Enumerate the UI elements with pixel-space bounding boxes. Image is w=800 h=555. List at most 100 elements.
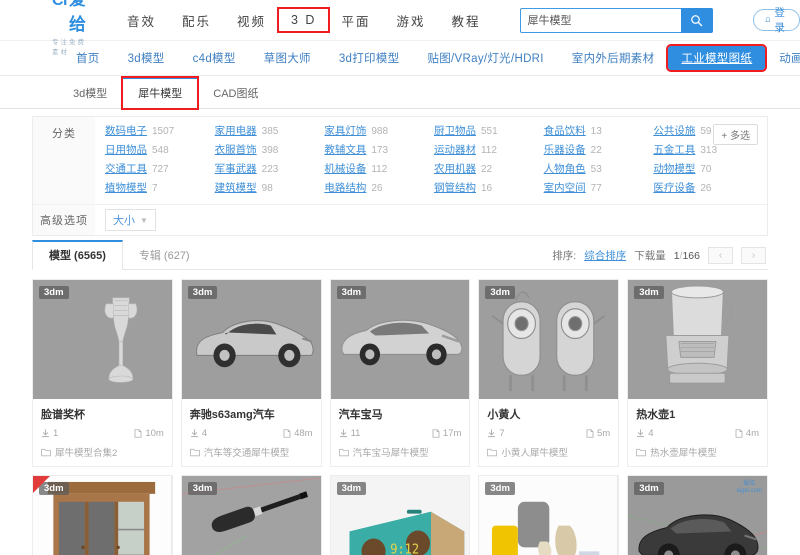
category-item[interactable]: 农用机器 22 [434,161,544,178]
category-item[interactable]: 数码电子 1507 [105,123,215,140]
card-title[interactable]: 小黄人 [479,399,618,422]
model-card[interactable]: 3dm 汽车宝马 11 17m 汽车宝马犀牛模型 [329,279,471,467]
category-item[interactable]: 建筑模型 98 [215,180,325,197]
search-input[interactable] [519,7,681,33]
category-item[interactable]: 运动器材 112 [434,142,544,159]
category-name[interactable]: 厨卫物品 [434,123,476,139]
card-thumbnail[interactable]: 3dm [628,280,767,399]
card-collection[interactable]: 汽车等交通犀牛模型 [182,439,321,466]
multi-select-button[interactable]: + 多选 [713,124,758,145]
category-item[interactable]: 家具灯饰 988 [324,123,434,140]
card-title[interactable]: 热水壶1 [628,399,767,422]
size-select[interactable]: 大小 ▼ [105,209,156,231]
category-name[interactable]: 家用电器 [215,123,257,139]
category-name[interactable]: 钢管结构 [434,180,476,196]
category-item[interactable]: 室内空间 77 [544,180,654,197]
category-name[interactable]: 电路结构 [324,180,366,196]
category-name[interactable]: 植物模型 [105,180,147,196]
card-thumbnail[interactable]: 3dm [33,280,172,399]
card-thumbnail[interactable]: 3dm [181,280,321,399]
results-tab-models[interactable]: 模型 (6565) [32,240,123,270]
category-name[interactable]: 室内空间 [544,180,586,196]
subnav-item-animation-ref[interactable]: 动画参考 [765,46,800,70]
model-card[interactable]: 3dm [180,475,322,555]
prev-page-button[interactable]: ‹ [708,247,733,264]
model-card[interactable]: 3dm [478,475,620,555]
nav-item-tutorial[interactable]: 教程 [438,7,493,34]
category-name[interactable]: 日用物品 [105,142,147,158]
category-name[interactable]: 建筑模型 [215,180,257,196]
sort-option-downloads[interactable]: 下载量 [634,248,666,263]
card-thumbnail[interactable]: 9:12 3dm [330,476,470,555]
card-title[interactable]: 脸谱奖杯 [33,399,172,422]
subnav-item-texture-vray[interactable]: 贴图/VRay/灯光/HDRI [413,46,557,70]
model-card[interactable]: 9:12 3dm [329,475,471,555]
subnav-item-industrial-drawings[interactable]: 工业模型图纸 [666,44,768,72]
tab-rhino-model[interactable]: 犀牛模型 [121,76,200,110]
category-name[interactable]: 乐器设备 [544,142,586,158]
category-name[interactable]: 五金工具 [653,142,695,158]
category-item[interactable]: 电路结构 26 [324,180,434,197]
subnav-item-3d-model[interactable]: 3d模型 [114,46,179,70]
search-button[interactable] [680,7,713,33]
category-item[interactable]: 食品饮料 13 [544,123,654,140]
tab-3d-model[interactable]: 3d模型 [58,79,122,108]
category-name[interactable]: 运动器材 [434,142,476,158]
category-name[interactable]: 交通工具 [105,161,147,177]
model-card[interactable]: 3dm [32,475,173,555]
card-title[interactable]: 奔驰s63amg汽车 [182,399,321,422]
category-item[interactable]: 教辅文具 173 [324,142,434,159]
category-name[interactable]: 农用机器 [434,161,476,177]
model-card[interactable]: 3dm 热水壶1 4 4m 热水壶犀牛模型 [627,279,768,467]
card-thumbnail[interactable]: 3dm [330,280,470,399]
category-name[interactable]: 人物角色 [544,161,586,177]
results-tab-albums[interactable]: 专辑 (627) [123,242,206,269]
model-card[interactable]: 3dm 小黄人 7 5m 小黄人犀牛模型 [478,279,620,467]
nav-item-music[interactable]: 配乐 [169,7,224,34]
card-thumbnail[interactable]: 3dm [181,476,321,555]
category-name[interactable]: 机械设备 [324,161,366,177]
category-item[interactable]: 人物角色 53 [544,161,654,178]
category-item[interactable]: 军事武器 223 [215,161,325,178]
subnav-item-c4d-model[interactable]: c4d模型 [179,46,250,70]
category-item[interactable]: 日用物品 548 [105,142,215,159]
category-name[interactable]: 公共设施 [653,123,695,139]
site-logo[interactable]: Ci 爱给 专注免费素材 [52,0,92,56]
nav-item-3d[interactable]: 3 D [276,7,331,33]
card-collection[interactable]: 汽车宝马犀牛模型 [331,439,470,466]
card-collection[interactable]: 热水壶犀牛模型 [628,439,767,466]
model-card[interactable]: 3dm 爱给 aigei.com [627,475,768,555]
next-page-button[interactable]: › [741,247,766,264]
category-item[interactable]: 厨卫物品 551 [434,123,544,140]
category-item[interactable]: 交通工具 727 [105,161,215,178]
model-card[interactable]: 3dm 脸谱奖杯 1 10m 犀牛模型合集2 [32,279,173,467]
card-thumbnail[interactable]: 3dm [479,280,619,399]
category-name[interactable]: 动物模型 [653,161,695,177]
card-collection[interactable]: 小黄人犀牛模型 [479,439,618,466]
category-name[interactable]: 家具灯饰 [324,123,366,139]
category-item[interactable]: 钢管结构 16 [434,180,544,197]
category-item[interactable]: 乐器设备 22 [544,142,654,159]
category-name[interactable]: 教辅文具 [324,142,366,158]
category-item[interactable]: 医疗设备 26 [653,180,763,197]
nav-item-game[interactable]: 游戏 [383,7,438,34]
category-item[interactable]: 衣服首饰 398 [215,142,325,159]
nav-item-video[interactable]: 视频 [224,7,279,34]
nav-item-audio[interactable]: 音效 [114,7,169,34]
category-name[interactable]: 食品饮料 [544,123,586,139]
nav-item-graphic[interactable]: 平面 [328,7,383,34]
category-item[interactable]: 动物模型 70 [653,161,763,178]
category-name[interactable]: 军事武器 [215,161,257,177]
sort-option-comprehensive[interactable]: 综合排序 [584,248,626,263]
tab-cad-drawing[interactable]: CAD图纸 [198,79,273,108]
model-card[interactable]: 3dm 奔驰s63amg汽车 4 48m 汽车等交通犀牛模型 [180,279,322,467]
card-title[interactable]: 汽车宝马 [331,399,470,422]
subnav-item-sketchup[interactable]: 草图大师 [250,46,325,70]
card-collection[interactable]: 犀牛模型合集2 [33,439,172,466]
card-thumbnail[interactable]: 3dm [33,476,172,555]
subnav-item-3d-print[interactable]: 3d打印模型 [325,46,414,70]
category-name[interactable]: 衣服首饰 [215,142,257,158]
category-name[interactable]: 医疗设备 [653,180,695,196]
card-thumbnail[interactable]: 3dm [479,476,619,555]
category-item[interactable]: 家用电器 385 [215,123,325,140]
